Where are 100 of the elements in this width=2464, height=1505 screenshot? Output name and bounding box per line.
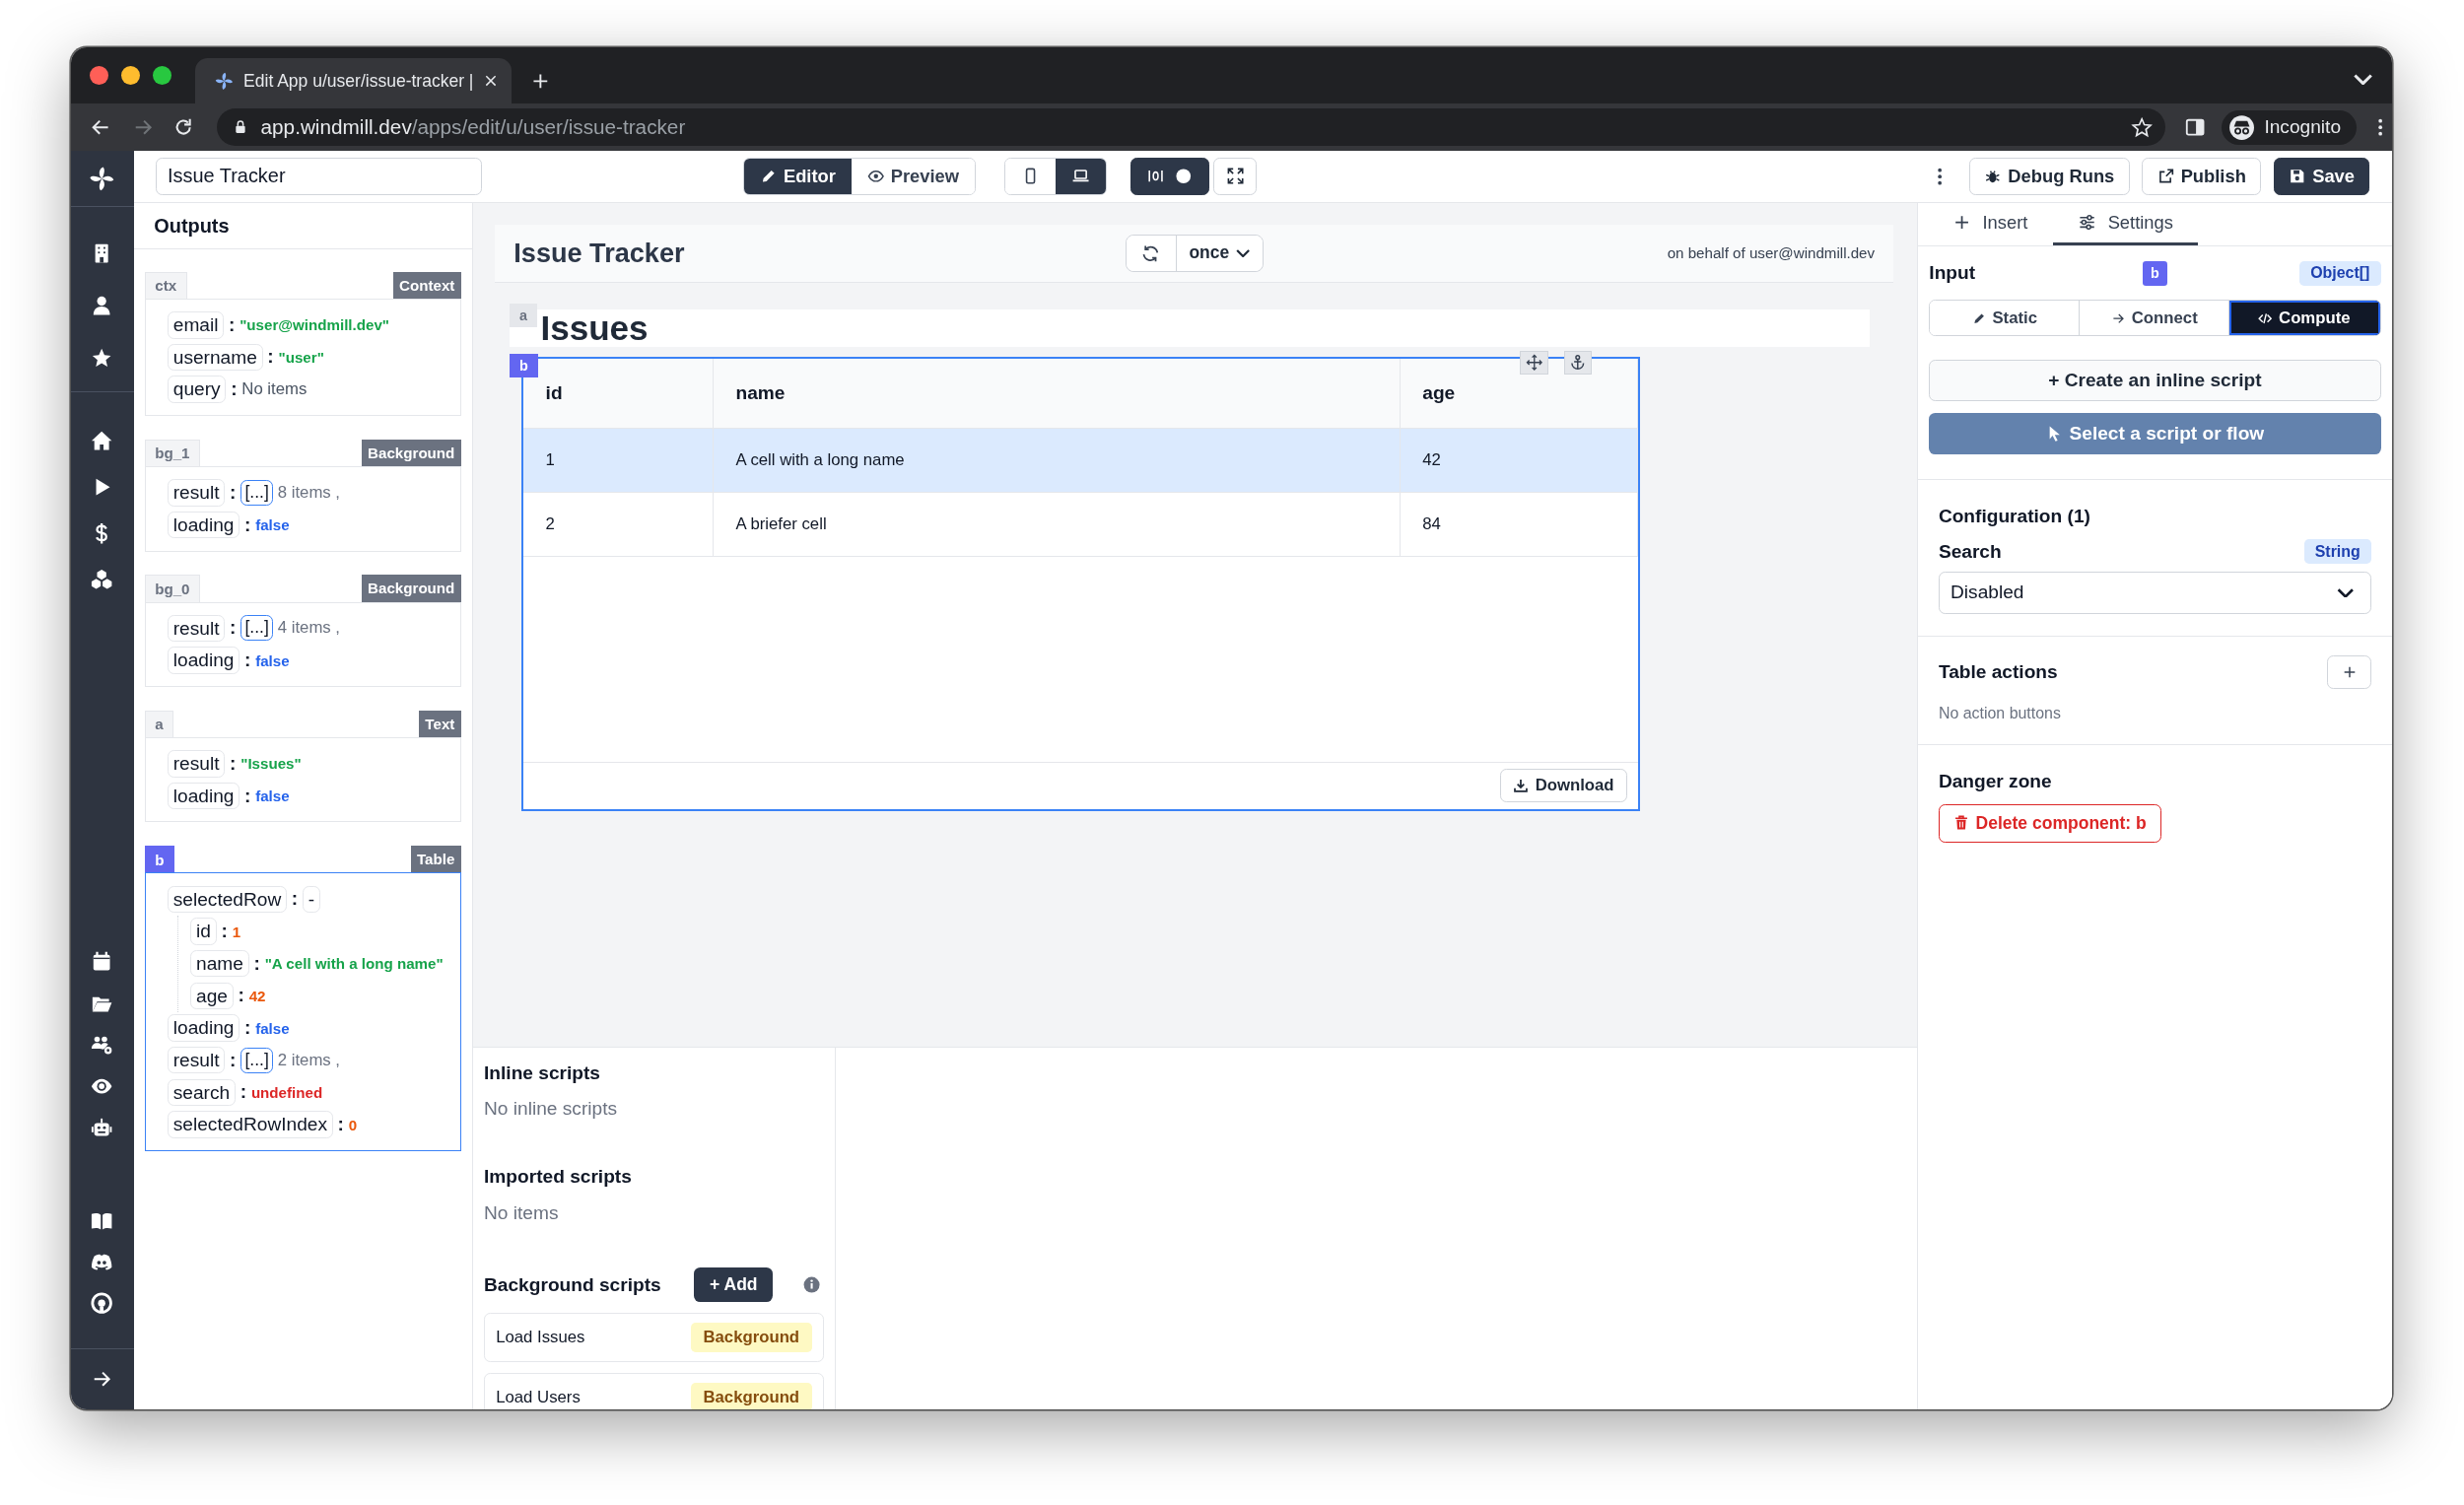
table-row[interactable]: 1 A cell with a long name 42 bbox=[523, 429, 1639, 493]
empty-text: No action buttons bbox=[1938, 704, 2062, 722]
field-key[interactable]: selectedRowIndex bbox=[167, 1111, 333, 1138]
field-key[interactable]: loading bbox=[167, 782, 240, 810]
input-mode-tab[interactable]: Compute bbox=[2229, 301, 2380, 336]
field-key[interactable]: age bbox=[190, 982, 234, 1010]
field-key[interactable]: result bbox=[167, 1046, 226, 1074]
select-script-button[interactable]: Select a script or flow bbox=[1929, 413, 2381, 454]
section-title: Table actions bbox=[1938, 661, 2058, 683]
array-toggle[interactable]: [...] bbox=[240, 615, 273, 642]
field-key[interactable]: result bbox=[167, 614, 226, 643]
type-tag: Object[] bbox=[2298, 261, 2381, 286]
anchor-button[interactable] bbox=[1563, 350, 1593, 375]
component-id-tag[interactable]: b bbox=[144, 846, 175, 873]
input-mode-tab[interactable]: Static bbox=[1930, 301, 2081, 336]
download-button[interactable]: Download bbox=[1499, 769, 1628, 802]
external-link-icon bbox=[2156, 168, 2175, 185]
component-badge[interactable]: a bbox=[509, 303, 538, 327]
field-key[interactable]: loading bbox=[167, 1014, 240, 1042]
delete-component-button[interactable]: Delete component: b bbox=[1938, 804, 2162, 843]
empty-text: No items bbox=[484, 1200, 560, 1225]
separator-text: : bbox=[240, 1081, 247, 1104]
minimize-button[interactable] bbox=[120, 65, 140, 86]
sliders-icon bbox=[2078, 213, 2097, 233]
editor-tab[interactable]: Editor bbox=[744, 158, 852, 194]
field-key[interactable]: result bbox=[167, 479, 226, 507]
item-count: 2 items , bbox=[277, 1050, 340, 1070]
table-row[interactable]: 2 A briefer cell 84 bbox=[523, 492, 1639, 557]
cubes-icon[interactable] bbox=[91, 569, 113, 591]
separator-text: : bbox=[244, 650, 251, 672]
array-toggle[interactable]: [...] bbox=[240, 1047, 273, 1073]
debug-runs-button[interactable]: Debug Runs bbox=[1969, 157, 2130, 195]
separator-text: : bbox=[230, 481, 237, 504]
field-key[interactable]: email bbox=[167, 311, 225, 339]
trash-icon bbox=[1953, 815, 1970, 832]
move-icon bbox=[1525, 354, 1543, 372]
field-key[interactable]: name bbox=[190, 949, 249, 978]
field-key[interactable]: loading bbox=[167, 511, 240, 539]
script-item[interactable]: Load Issues Background bbox=[484, 1313, 824, 1362]
section-title: Imported scripts bbox=[484, 1164, 633, 1189]
component-id-tag[interactable]: bg_0 bbox=[144, 575, 201, 602]
component-id-tag[interactable]: bg_1 bbox=[144, 439, 201, 467]
fullscreen-button[interactable] bbox=[1213, 157, 1257, 195]
settings-tab[interactable]: Settings bbox=[2052, 202, 2199, 246]
zoom-button[interactable] bbox=[152, 65, 171, 86]
add-action-button[interactable] bbox=[2327, 655, 2371, 689]
component-type-tag: Background bbox=[361, 575, 461, 602]
star-icon[interactable] bbox=[2130, 115, 2154, 139]
field-value: No items bbox=[241, 379, 308, 400]
table-cell: 1 bbox=[523, 429, 715, 492]
separator-text: : bbox=[221, 921, 228, 942]
script-item[interactable]: Load Users Background bbox=[484, 1372, 824, 1410]
incognito-icon bbox=[2227, 113, 2255, 141]
separator-text: : bbox=[229, 313, 236, 336]
component-type-tag: Table bbox=[410, 846, 461, 873]
add-button[interactable]: + Add bbox=[694, 1267, 774, 1303]
desktop-view-button[interactable] bbox=[1055, 158, 1106, 194]
heading-text: Issues bbox=[540, 309, 649, 348]
field-key[interactable]: username bbox=[167, 343, 263, 372]
type-tag: String bbox=[2303, 539, 2371, 564]
app-name-field[interactable]: Issue Tracker bbox=[155, 157, 483, 195]
component-badge: b bbox=[2142, 260, 2168, 287]
browser-tab[interactable]: Edit App u/user/issue-tracker | bbox=[194, 58, 512, 104]
debug-toggle-button[interactable] bbox=[1129, 157, 1209, 195]
refresh-button[interactable] bbox=[1126, 235, 1177, 272]
publish-button[interactable]: Publish bbox=[2142, 157, 2262, 195]
insert-tab[interactable]: Insert bbox=[1934, 202, 2047, 246]
address-bar[interactable]: app.windmill.dev/apps/edit/u/user/issue-tracker bbox=[216, 108, 2165, 147]
empty-text: No inline scripts bbox=[484, 1097, 619, 1122]
search-mode-select[interactable]: Disabled bbox=[1938, 571, 2371, 614]
field-value: "Issues" bbox=[240, 755, 302, 773]
component-badge[interactable]: b bbox=[509, 354, 538, 377]
field-value: false bbox=[255, 516, 290, 534]
calendar-icon[interactable] bbox=[91, 950, 113, 973]
field-key[interactable]: loading bbox=[167, 647, 240, 674]
field-key[interactable]: query bbox=[167, 376, 227, 403]
move-handle[interactable] bbox=[1520, 350, 1548, 375]
component-type-tag: Text bbox=[419, 710, 461, 737]
profile-button[interactable]: Incognito bbox=[2222, 109, 2357, 145]
robot-icon[interactable] bbox=[91, 1117, 113, 1139]
object-toggle[interactable]: - bbox=[302, 885, 320, 914]
pinwheel-icon[interactable] bbox=[88, 164, 116, 193]
create-script-button[interactable]: + Create an inline script bbox=[1929, 360, 2381, 401]
save-button[interactable]: Save bbox=[2273, 157, 2370, 195]
table-cell: 84 bbox=[1400, 492, 1639, 556]
component-id-tag[interactable]: a bbox=[144, 710, 174, 737]
chevron-down-icon[interactable] bbox=[2354, 73, 2373, 86]
component-id-tag[interactable]: ctx bbox=[144, 271, 187, 299]
eye-icon bbox=[866, 168, 885, 185]
field-key[interactable]: selectedRow bbox=[167, 885, 288, 914]
script-tag: Background bbox=[690, 1323, 812, 1352]
separator-text: : bbox=[244, 785, 251, 807]
array-toggle[interactable]: [...] bbox=[240, 479, 273, 506]
field-key[interactable]: result bbox=[167, 750, 226, 778]
home-icon[interactable] bbox=[91, 429, 113, 452]
anchor-icon bbox=[1569, 354, 1587, 372]
separator-text: : bbox=[231, 378, 238, 401]
field-key[interactable]: id bbox=[190, 918, 217, 945]
field-key[interactable]: search bbox=[167, 1078, 236, 1107]
close-window-button[interactable] bbox=[89, 65, 108, 86]
